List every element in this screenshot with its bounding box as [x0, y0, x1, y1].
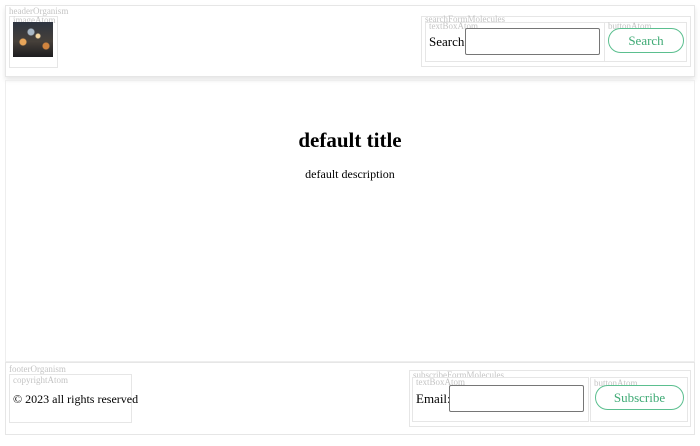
footer-organism-tag: footerOrganism — [9, 364, 66, 374]
page-description: default description — [305, 167, 395, 181]
copyright-text: © 2023 all rights reserved — [13, 392, 139, 406]
search-input[interactable] — [465, 28, 600, 55]
main-content — [5, 80, 695, 362]
email-label: Email: — [416, 391, 451, 406]
header-image — [13, 22, 53, 57]
email-input[interactable] — [449, 385, 584, 412]
search-label: Search: — [429, 34, 468, 49]
subscribe-button[interactable]: Subscribe — [595, 385, 684, 410]
page-title: default title — [298, 128, 402, 152]
search-button[interactable]: Search — [608, 28, 684, 53]
copyright-atom-tag: copyrightAtom — [13, 375, 68, 385]
